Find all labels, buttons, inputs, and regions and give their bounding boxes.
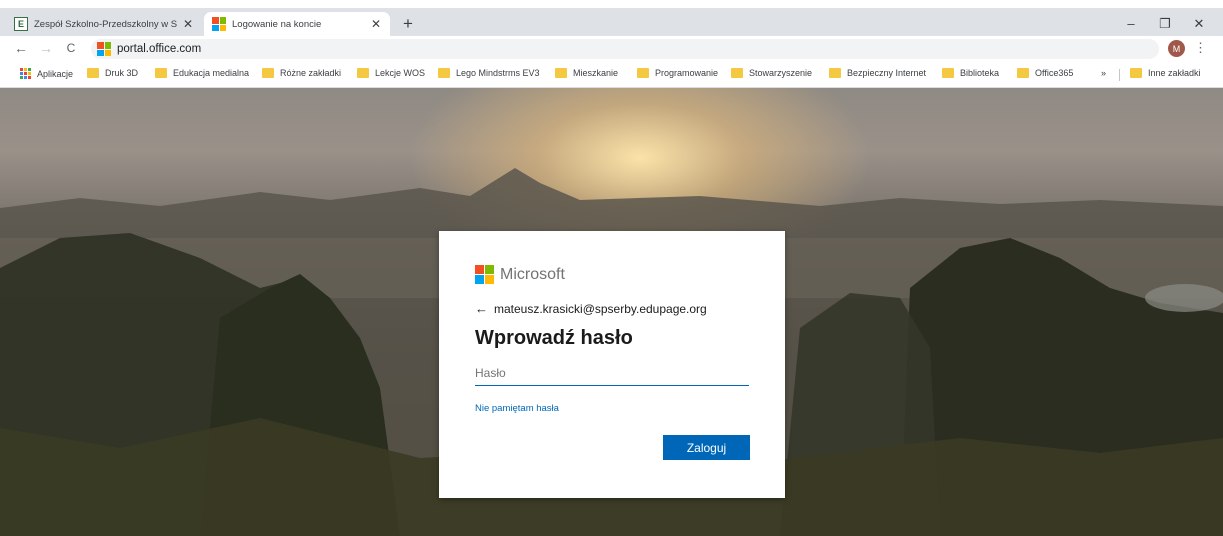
bookmark-label: Biblioteka (960, 68, 1000, 78)
folder-icon (942, 68, 954, 78)
top-strip (0, 0, 1223, 8)
forgot-password-link[interactable]: Nie pamiętam hasła (475, 403, 559, 414)
bookmark-folder[interactable]: Stowarzyszenie (731, 68, 812, 78)
bookmark-folder[interactable]: Lekcje WOS (357, 68, 425, 78)
bookmark-folder[interactable]: Office365 (1017, 68, 1073, 78)
apps-grid-icon (20, 68, 31, 79)
bookmark-label: Aplikacje (37, 68, 74, 79)
folder-icon (262, 68, 274, 78)
folder-icon (829, 68, 841, 78)
microsoft-favicon (212, 17, 226, 31)
bookmark-label: Programowanie (655, 68, 719, 78)
tab-strip: E Zespół Szkolno-Przedszkolny w S ✕ Logo… (0, 8, 1223, 36)
profile-avatar[interactable]: M (1168, 40, 1185, 57)
bookmark-label: Lego Mindstrms EV3 (456, 68, 540, 78)
brand-name: Microsoft (500, 265, 565, 283)
bookmark-folder[interactable]: Biblioteka (942, 68, 999, 78)
bookmark-folder[interactable]: Druk 3D (87, 68, 138, 78)
bookmark-folder[interactable]: Edukacja medialna (155, 68, 249, 78)
tab-logowanie[interactable]: Logowanie na koncie ✕ (204, 12, 390, 36)
folder-icon (438, 68, 450, 78)
bookmarks-overflow-button[interactable]: » (1101, 68, 1106, 78)
account-email: mateusz.krasicki@spserby.edupage.org (494, 301, 707, 316)
folder-icon (155, 68, 167, 78)
address-bar[interactable]: portal.office.com (91, 39, 1159, 59)
bookmark-label: Mieszkanie (573, 68, 619, 78)
bookmark-folder[interactable]: Bezpieczny Internet (829, 68, 926, 78)
folder-icon (731, 68, 743, 78)
login-card: Microsoft ← mateusz.krasicki@spserby.edu… (439, 231, 785, 498)
bookmark-label: Bezpieczny Internet (847, 68, 927, 78)
bookmark-apps[interactable]: Aplikacje (20, 68, 73, 79)
bookmark-folder[interactable]: Mieszkanie (555, 68, 618, 78)
bookmark-folder[interactable]: Programowanie (637, 68, 718, 78)
tab-title: Logowanie na koncie (232, 18, 322, 30)
bookmark-label: Lekcje WOS (375, 68, 426, 78)
folder-icon (357, 68, 369, 78)
bookmark-label: Stowarzyszenie (749, 68, 813, 78)
bookmark-label: Office365 (1035, 68, 1074, 78)
bookmark-label: Edukacja medialna (173, 68, 250, 78)
account-identity[interactable]: ← mateusz.krasicki@spserby.edupage.org (475, 301, 707, 316)
back-arrow-icon[interactable]: ← (475, 301, 488, 316)
reload-button[interactable]: C (62, 41, 80, 55)
menu-icon[interactable]: ⋮ (1194, 40, 1207, 56)
page-title: Wprowadź hasło (475, 327, 633, 349)
url-text[interactable]: portal.office.com (117, 43, 201, 55)
folder-icon (1130, 68, 1142, 78)
tab-zespol[interactable]: E Zespół Szkolno-Przedszkolny w S ✕ (6, 12, 202, 36)
password-field[interactable] (475, 361, 749, 386)
microsoft-logo-icon (475, 265, 494, 284)
tab-title: Zespół Szkolno-Przedszkolny w S (34, 18, 178, 30)
window-close-button[interactable]: ✕ (1184, 16, 1214, 32)
back-button[interactable]: ← (12, 40, 30, 56)
bookmark-label: Druk 3D (105, 68, 139, 78)
microsoft-favicon (97, 42, 111, 56)
bookmark-label: Inne zakładki (1148, 68, 1201, 78)
browser-toolbar: ← → C portal.office.com M ⋮ (0, 36, 1223, 62)
bookmarks-divider (1119, 69, 1120, 81)
edupage-favicon: E (14, 17, 28, 31)
bookmark-folder[interactable]: Różne zakładki (262, 68, 341, 78)
bookmarks-bar: Aplikacje Druk 3D Edukacja medialna Różn… (0, 62, 1223, 88)
bookmark-folder[interactable]: Lego Mindstrms EV3 (438, 68, 540, 78)
folder-icon (637, 68, 649, 78)
bookmark-label: Różne zakładki (280, 68, 342, 78)
new-tab-button[interactable]: + (398, 14, 418, 34)
folder-icon (1017, 68, 1029, 78)
maximize-button[interactable]: ❐ (1150, 16, 1180, 32)
bookmark-other[interactable]: Inne zakładki (1130, 68, 1201, 78)
folder-icon (555, 68, 567, 78)
minimize-button[interactable]: – (1116, 16, 1146, 31)
folder-icon (87, 68, 99, 78)
microsoft-brand: Microsoft (475, 265, 565, 284)
forward-button[interactable]: → (37, 40, 55, 56)
sign-in-button[interactable]: Zaloguj (663, 435, 750, 460)
tab-close-icon[interactable]: ✕ (368, 17, 384, 31)
tab-close-icon[interactable]: ✕ (180, 17, 196, 31)
